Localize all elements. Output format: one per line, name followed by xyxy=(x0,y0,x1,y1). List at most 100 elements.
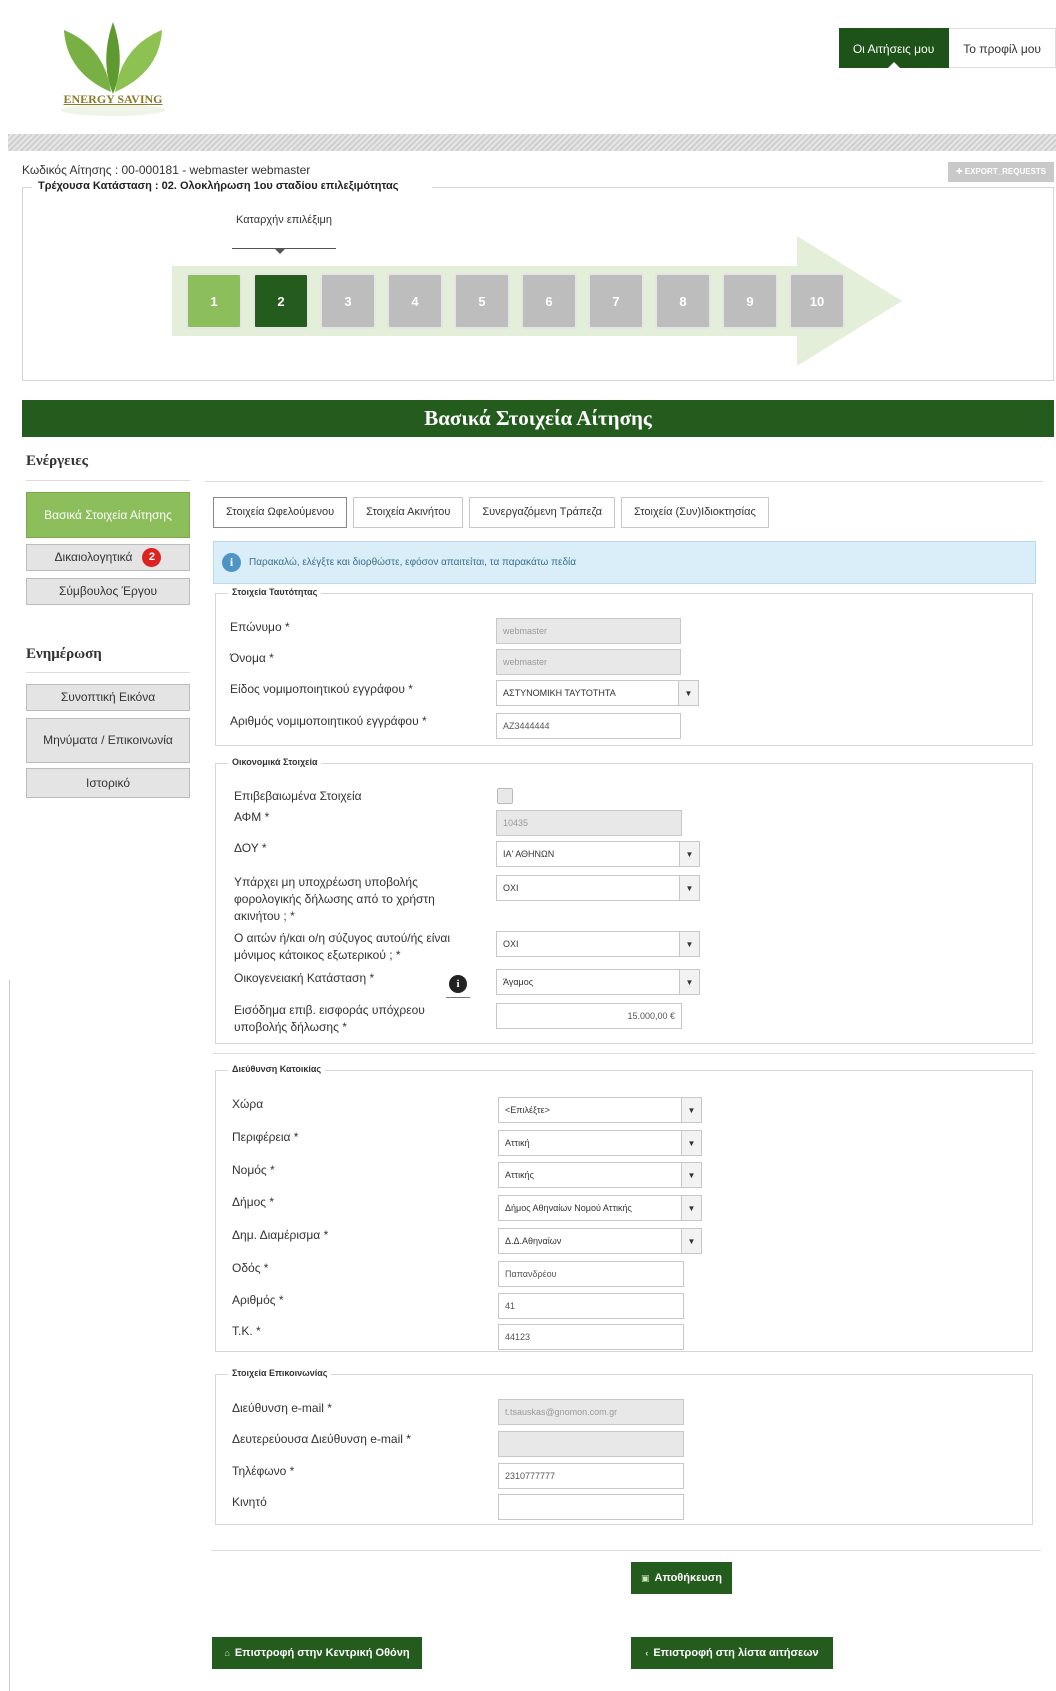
no-tax-value: ΟΧΙ xyxy=(503,883,519,893)
country-select[interactable]: <Επιλέξτε> ▼ xyxy=(498,1097,702,1123)
prefecture-value: Αττικής xyxy=(505,1170,534,1180)
country-value: <Επιλέξτε> xyxy=(505,1105,550,1115)
doy-select[interactable]: ΙΑ' ΑΘΗΝΩΝ ▼ xyxy=(496,841,700,867)
status-box-border xyxy=(22,187,32,188)
surname-field[interactable]: webmaster xyxy=(496,618,681,644)
step-1[interactable]: 1 xyxy=(186,273,242,329)
name-label: Όνομα * xyxy=(230,651,274,665)
save-button[interactable]: ▣ Αποθήκευση xyxy=(631,1562,732,1594)
plus-icon: ✚ xyxy=(955,167,965,176)
abroad-select[interactable]: ΟΧΙ ▼ xyxy=(496,931,700,957)
step-3[interactable]: 3 xyxy=(320,273,376,329)
step-8[interactable]: 8 xyxy=(655,273,711,329)
save-label: Αποθήκευση xyxy=(654,1572,722,1584)
info-message-text: Παρακαλώ, ελέγξτε και διορθώστε, εφόσον … xyxy=(249,557,577,568)
home-button[interactable]: ⌂ Επιστροφή στην Κεντρική Οθόνη xyxy=(212,1637,422,1669)
municipality-label: Δήμος * xyxy=(232,1195,275,1209)
family-status-value: Άγαμος xyxy=(503,977,534,987)
doc-number-field[interactable]: ΑΖ3444444 xyxy=(496,713,681,739)
chevron-down-icon: ▼ xyxy=(681,1098,701,1122)
verified-label: Επιβεβαιωμένα Στοιχεία xyxy=(234,789,362,803)
application-code: Κωδικός Αίτησης : 00-000181 - webmaster … xyxy=(22,163,311,177)
email-field[interactable]: t.tsauskas@gnomon.com.gr xyxy=(498,1399,684,1425)
step-10[interactable]: 10 xyxy=(789,273,845,329)
home-icon: ⌂ xyxy=(224,1648,230,1658)
sidebar-item-history[interactable]: Ιστορικό xyxy=(26,768,190,798)
step-5[interactable]: 5 xyxy=(454,273,510,329)
sidebar-item-label: Βασικά Στοιχεία Αίτησης xyxy=(44,507,172,522)
street-field[interactable]: Παπανδρέου xyxy=(498,1261,684,1287)
family-status-select[interactable]: Άγαμος ▼ xyxy=(496,969,700,995)
step-7[interactable]: 7 xyxy=(588,273,644,329)
sidebar-item-messages[interactable]: Μηνύματα / Επικοινωνία xyxy=(26,718,190,763)
info-underline xyxy=(446,997,470,998)
mobile-field[interactable] xyxy=(498,1494,684,1520)
region-label: Περιφέρεια * xyxy=(232,1130,299,1144)
email2-field[interactable] xyxy=(498,1431,684,1457)
number-label: Αριθμός * xyxy=(232,1293,284,1307)
sidebar-divider xyxy=(26,480,190,481)
street-label: Οδός * xyxy=(232,1261,269,1275)
chevron-left-icon: ‹ xyxy=(645,1648,649,1658)
sidebar-item-overview[interactable]: Συνοπτική Εικόνα xyxy=(26,684,190,711)
info-icon: i xyxy=(222,553,241,572)
district-select[interactable]: Δ.Δ.Αθηναίων ▼ xyxy=(498,1228,702,1254)
floppy-disk-icon: ▣ xyxy=(641,1572,650,1583)
doy-value: ΙΑ' ΑΘΗΝΩΝ xyxy=(503,849,555,859)
identity-legend: Στοιχεία Ταυτότητας xyxy=(228,587,322,597)
top-nav: Οι Αιτήσεις μου Το προφίλ μου xyxy=(838,28,1056,68)
name-field[interactable]: webmaster xyxy=(496,649,681,675)
status-box-border xyxy=(432,187,1054,188)
municipality-select[interactable]: Δήμος Αθηναίων Νομού Αττικής ▼ xyxy=(498,1195,702,1221)
afm-label: ΑΦΜ * xyxy=(234,810,270,824)
sidebar-item-documents[interactable]: Δικαιολογητικά 2 xyxy=(26,544,190,571)
step-6[interactable]: 6 xyxy=(521,273,577,329)
chevron-down-icon: ▼ xyxy=(679,970,699,994)
doc-number-label: Αριθμός νομιμοποιητικού εγγράφου * xyxy=(230,714,427,728)
section-divider xyxy=(211,1550,1041,1551)
chevron-down-icon: ▼ xyxy=(681,1196,701,1220)
phone-label: Τηλέφωνο * xyxy=(232,1464,295,1478)
header-divider xyxy=(8,134,1056,151)
export-label: EXPORT_REQUESTS xyxy=(964,167,1047,176)
afm-field[interactable]: 10435 xyxy=(496,810,682,836)
tab-bank[interactable]: Συνεργαζόμενη Τράπεζα xyxy=(469,497,615,528)
region-select[interactable]: Αττική ▼ xyxy=(498,1130,702,1156)
left-border xyxy=(9,980,10,1691)
sidebar-item-basic-info[interactable]: Βασικά Στοιχεία Αίτησης xyxy=(26,492,190,538)
tab-property[interactable]: Στοιχεία Ακινήτου xyxy=(353,497,464,528)
sidebar-item-label: Συνοπτική Εικόνα xyxy=(60,690,156,704)
address-legend: Διεύθυνση Κατοικίας xyxy=(228,1064,326,1074)
number-field[interactable]: 41 xyxy=(498,1293,684,1319)
back-to-list-button[interactable]: ‹ Επιστροφή στη λίστα αιτήσεων xyxy=(631,1637,833,1669)
chevron-down-icon: ▼ xyxy=(681,1131,701,1155)
doc-type-select[interactable]: ΑΣΤΥΝΟΜΙΚΗ ΤΑΥΤΟΤΗΤΑ ▼ xyxy=(496,680,699,706)
info-heading: Ενημέρωση xyxy=(26,646,102,662)
tab-ownership[interactable]: Στοιχεία (Συν)Ιδιοκτησίας xyxy=(620,497,769,528)
phone-field[interactable]: 2310777777 xyxy=(498,1463,684,1489)
info-icon[interactable]: i xyxy=(449,975,467,993)
tab-bar: Στοιχεία Ωφελούμενου Στοιχεία Ακινήτου Σ… xyxy=(213,497,769,528)
prefecture-select[interactable]: Αττικής ▼ xyxy=(498,1162,702,1188)
step-2[interactable]: 2 xyxy=(253,273,309,329)
nav-my-profile[interactable]: Το προφίλ μου xyxy=(949,28,1056,68)
income-field[interactable]: 15.000,00 € xyxy=(496,1003,682,1029)
tab-beneficiary[interactable]: Στοιχεία Ωφελούμενου xyxy=(213,497,348,528)
nav-my-applications[interactable]: Οι Αιτήσεις μου xyxy=(838,28,950,68)
chevron-down-icon: ▼ xyxy=(679,842,699,866)
step-4[interactable]: 4 xyxy=(387,273,443,329)
zip-field[interactable]: 44123 xyxy=(498,1324,684,1350)
family-status-label: Οικογενειακή Κατάσταση * xyxy=(234,971,375,985)
no-tax-select[interactable]: ΟΧΙ ▼ xyxy=(496,875,700,901)
step-caption: Καταρχήν επιλέξιμη xyxy=(236,214,332,226)
step-9[interactable]: 9 xyxy=(722,273,778,329)
sidebar-item-label: Σύμβουλος Έργου xyxy=(58,584,158,598)
sidebar-item-project-advisor[interactable]: Σύμβουλος Έργου xyxy=(26,578,190,605)
documents-count-badge: 2 xyxy=(142,548,162,567)
verified-checkbox[interactable] xyxy=(497,788,513,804)
chevron-down-icon: ▼ xyxy=(679,876,699,900)
current-status-label: Τρέχουσα Κατάσταση : 02. Ολοκλήρωση 1ου … xyxy=(36,180,401,192)
export-requests-button[interactable]: ✚ EXPORT_REQUESTS xyxy=(948,162,1054,182)
sidebar-divider xyxy=(26,672,190,673)
municipality-value: Δήμος Αθηναίων Νομού Αττικής xyxy=(505,1203,632,1213)
